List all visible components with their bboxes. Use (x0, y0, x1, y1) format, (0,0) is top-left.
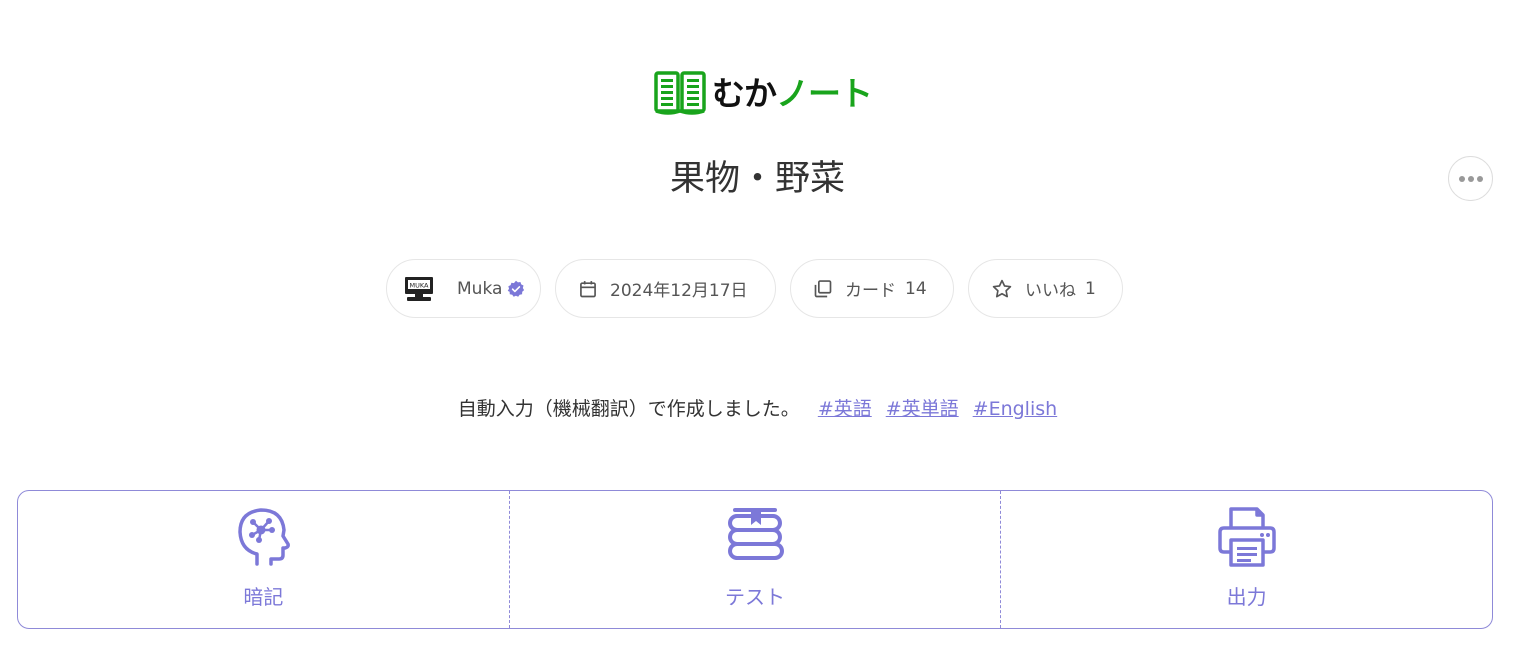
likes-count: 1 (1085, 278, 1096, 299)
book-stack-icon (728, 508, 784, 560)
more-dot (1467, 175, 1474, 182)
print-button[interactable]: 出力 (1000, 491, 1492, 628)
print-label: 出力 (1226, 585, 1267, 609)
study-actions-panel: 暗記 テスト 出力 (17, 490, 1493, 629)
open-book-icon (654, 71, 706, 115)
more-options-button[interactable] (1448, 156, 1493, 201)
avatar: MUKA (405, 276, 433, 301)
svg-text:MUKA: MUKA (410, 281, 430, 289)
test-button[interactable]: テスト (508, 491, 1001, 628)
likes-label: いいね (1025, 281, 1076, 301)
author-name: Muka (457, 278, 503, 299)
verified-badge-icon (507, 280, 525, 298)
like-button[interactable]: いいね 1 (968, 259, 1123, 318)
more-dot (1476, 175, 1483, 182)
memorize-label: 暗記 (243, 585, 284, 609)
author-chip[interactable]: MUKA Muka (386, 259, 541, 318)
created-date: 2024年12月17日 (610, 281, 748, 301)
site-logo[interactable]: むかノート (654, 70, 873, 116)
note-description: 自動入力（機械翻訳）で作成しました。 #英語 #英単語 #English (0, 395, 1515, 423)
cards-count: 14 (905, 278, 927, 299)
tag-link[interactable]: #英語 (818, 398, 872, 420)
brain-head-icon (238, 508, 291, 566)
page-title: 果物・野菜 (669, 159, 845, 199)
memorize-button[interactable]: 暗記 (18, 491, 509, 628)
printer-icon (1217, 507, 1276, 567)
more-horizontal-icon (1458, 175, 1465, 182)
logo-text: むかノート (712, 73, 873, 113)
tag-link[interactable]: #英単語 (886, 398, 959, 420)
cards-label: カード (845, 281, 896, 301)
star-icon (992, 279, 1012, 297)
description-text: 自動入力（機械翻訳）で作成しました。 (457, 398, 800, 420)
date-chip: 2024年12月17日 (555, 259, 776, 318)
calendar-icon (580, 280, 596, 297)
tag-link[interactable]: #English (973, 398, 1058, 420)
test-label: テスト (725, 585, 785, 609)
cards-icon (814, 279, 832, 297)
cards-chip: カード 14 (790, 259, 954, 318)
